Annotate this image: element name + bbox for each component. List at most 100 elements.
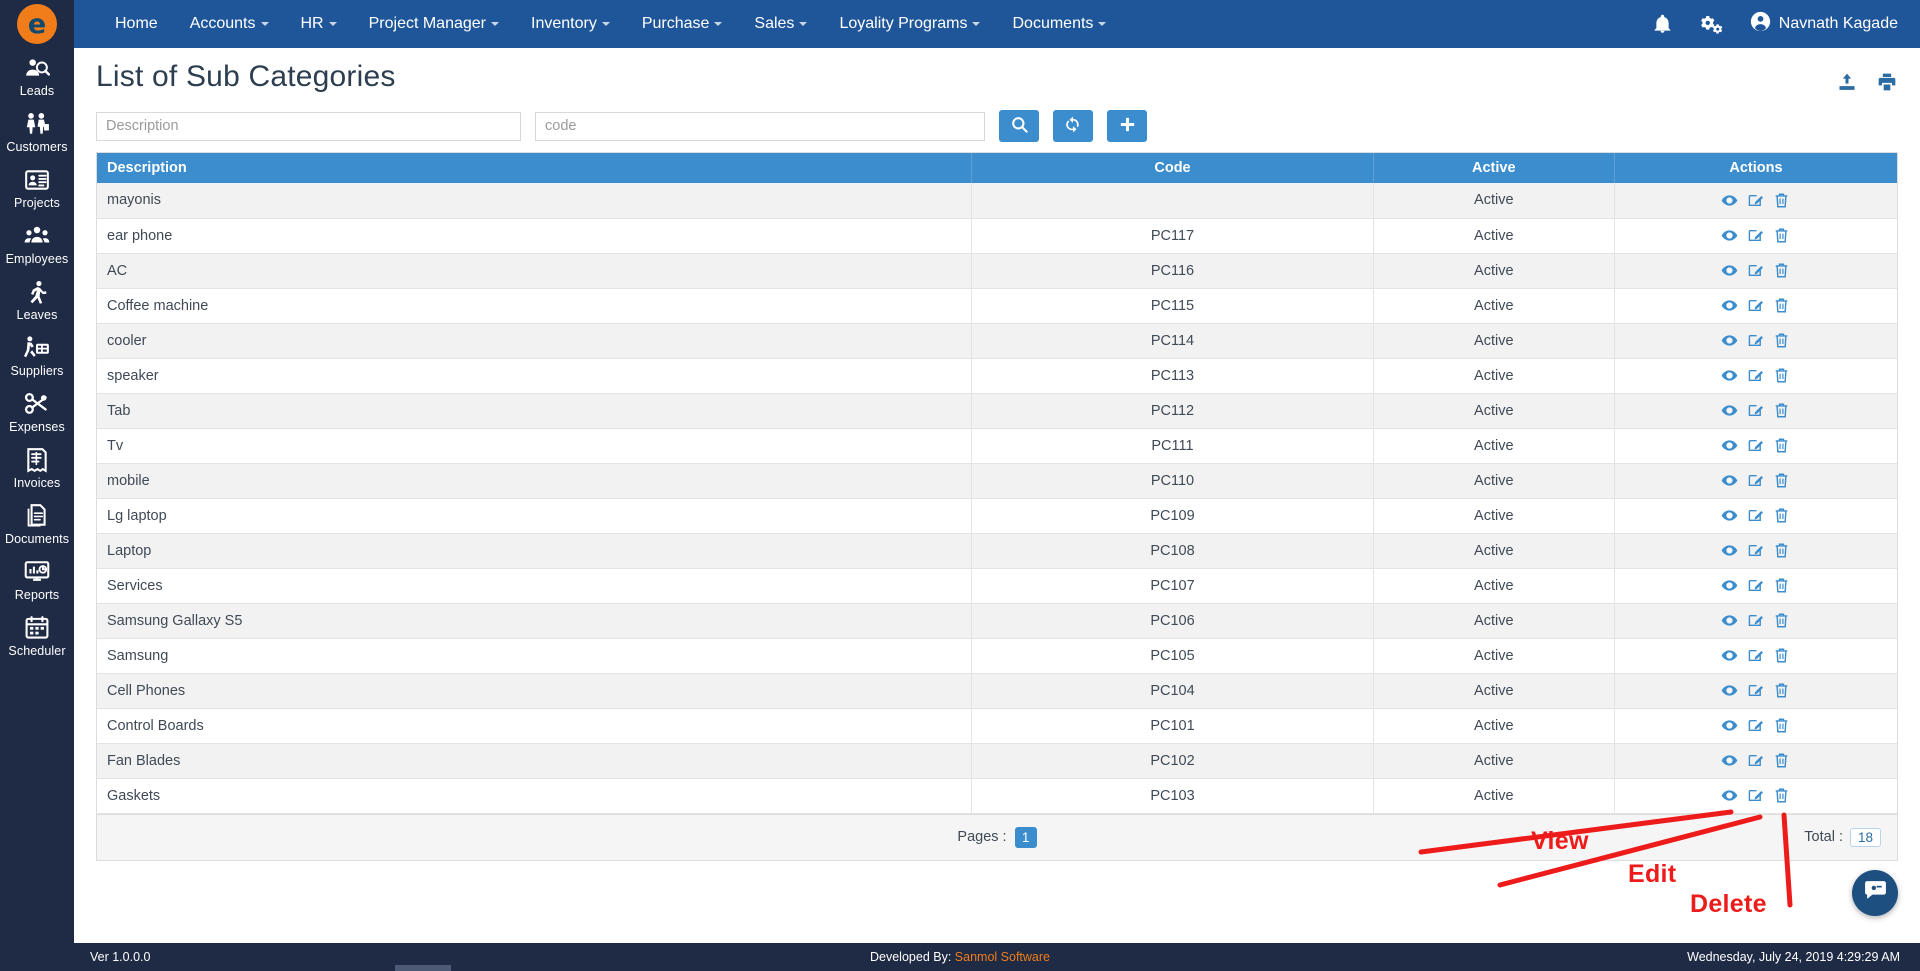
edit-icon[interactable] xyxy=(1747,577,1764,594)
edit-icon[interactable] xyxy=(1747,227,1764,244)
bell-icon[interactable] xyxy=(1652,13,1673,35)
sidebar-item-reports[interactable]: Reports xyxy=(0,552,74,608)
delete-icon[interactable] xyxy=(1773,472,1790,489)
delete-icon[interactable] xyxy=(1773,682,1790,699)
delete-icon[interactable] xyxy=(1773,402,1790,419)
edit-icon[interactable] xyxy=(1747,367,1764,384)
nav-item-hr[interactable]: HR xyxy=(285,0,353,48)
table-row[interactable]: mobile PC110 Active xyxy=(97,463,1897,499)
view-icon[interactable] xyxy=(1721,227,1738,244)
delete-icon[interactable] xyxy=(1773,437,1790,454)
table-row[interactable]: speaker PC113 Active xyxy=(97,358,1897,394)
refresh-button[interactable] xyxy=(1053,110,1093,142)
description-filter-input[interactable] xyxy=(96,111,521,141)
view-icon[interactable] xyxy=(1721,192,1738,209)
edit-icon[interactable] xyxy=(1747,647,1764,664)
delete-icon[interactable] xyxy=(1773,332,1790,349)
code-filter-input[interactable] xyxy=(535,111,985,141)
horizontal-scrollbar-thumb[interactable] xyxy=(395,965,451,971)
edit-icon[interactable] xyxy=(1747,682,1764,699)
sidebar-item-leads[interactable]: Leads xyxy=(0,48,74,104)
delete-icon[interactable] xyxy=(1773,192,1790,209)
print-icon[interactable] xyxy=(1876,72,1898,97)
delete-icon[interactable] xyxy=(1773,752,1790,769)
view-icon[interactable] xyxy=(1721,752,1738,769)
view-icon[interactable] xyxy=(1721,612,1738,629)
view-icon[interactable] xyxy=(1721,682,1738,699)
sidebar-item-documents[interactable]: Documents xyxy=(0,496,74,552)
view-icon[interactable] xyxy=(1721,577,1738,594)
edit-icon[interactable] xyxy=(1747,752,1764,769)
user-menu[interactable]: Navnath Kagade xyxy=(1750,11,1898,37)
column-header-active[interactable]: Active xyxy=(1373,153,1615,183)
add-button[interactable] xyxy=(1107,110,1147,142)
view-icon[interactable] xyxy=(1721,787,1738,804)
sidebar-item-expenses[interactable]: Expenses xyxy=(0,384,74,440)
upload-icon[interactable] xyxy=(1836,72,1858,97)
table-row[interactable]: mayonis Active xyxy=(97,183,1897,219)
table-row[interactable]: Control Boards PC101 Active xyxy=(97,708,1897,744)
view-icon[interactable] xyxy=(1721,332,1738,349)
delete-icon[interactable] xyxy=(1773,542,1790,559)
table-row[interactable]: Fan Blades PC102 Active xyxy=(97,743,1897,779)
nav-item-inventory[interactable]: Inventory xyxy=(515,0,626,48)
edit-icon[interactable] xyxy=(1747,717,1764,734)
sidebar-item-scheduler[interactable]: Scheduler xyxy=(0,608,74,664)
sidebar-item-invoices[interactable]: Invoices xyxy=(0,440,74,496)
sidebar-item-suppliers[interactable]: Suppliers xyxy=(0,328,74,384)
delete-icon[interactable] xyxy=(1773,507,1790,524)
sidebar-item-employees[interactable]: Employees xyxy=(0,216,74,272)
edit-icon[interactable] xyxy=(1747,787,1764,804)
nav-item-loyality-programs[interactable]: Loyality Programs xyxy=(823,0,996,48)
table-row[interactable]: Services PC107 Active xyxy=(97,568,1897,604)
edit-icon[interactable] xyxy=(1747,437,1764,454)
table-row[interactable]: Gaskets PC103 Active xyxy=(97,778,1897,814)
table-row[interactable]: Tab PC112 Active xyxy=(97,393,1897,429)
nav-item-sales[interactable]: Sales xyxy=(738,0,823,48)
page-number-1[interactable]: 1 xyxy=(1014,826,1037,848)
gears-icon[interactable] xyxy=(1699,13,1724,35)
delete-icon[interactable] xyxy=(1773,297,1790,314)
column-header-code[interactable]: Code xyxy=(971,153,1374,183)
edit-icon[interactable] xyxy=(1747,332,1764,349)
chat-bubble-button[interactable] xyxy=(1852,870,1898,916)
brand-logo[interactable]: e xyxy=(0,0,74,48)
search-button[interactable] xyxy=(999,110,1039,142)
table-row[interactable]: ear phone PC117 Active xyxy=(97,218,1897,254)
nav-item-accounts[interactable]: Accounts xyxy=(174,0,285,48)
table-row[interactable]: Samsung Gallaxy S5 PC106 Active xyxy=(97,603,1897,639)
edit-icon[interactable] xyxy=(1747,192,1764,209)
delete-icon[interactable] xyxy=(1773,612,1790,629)
column-header-description[interactable]: Description xyxy=(97,153,973,183)
view-icon[interactable] xyxy=(1721,367,1738,384)
delete-icon[interactable] xyxy=(1773,717,1790,734)
delete-icon[interactable] xyxy=(1773,647,1790,664)
table-row[interactable]: cooler PC114 Active xyxy=(97,323,1897,359)
edit-icon[interactable] xyxy=(1747,402,1764,419)
edit-icon[interactable] xyxy=(1747,612,1764,629)
sidebar-item-projects[interactable]: Projects xyxy=(0,160,74,216)
view-icon[interactable] xyxy=(1721,542,1738,559)
table-row[interactable]: Coffee machine PC115 Active xyxy=(97,288,1897,324)
view-icon[interactable] xyxy=(1721,262,1738,279)
edit-icon[interactable] xyxy=(1747,542,1764,559)
view-icon[interactable] xyxy=(1721,717,1738,734)
delete-icon[interactable] xyxy=(1773,787,1790,804)
delete-icon[interactable] xyxy=(1773,262,1790,279)
delete-icon[interactable] xyxy=(1773,367,1790,384)
sidebar-item-customers[interactable]: Customers xyxy=(0,104,74,160)
nav-item-project-manager[interactable]: Project Manager xyxy=(353,0,515,48)
table-row[interactable]: AC PC116 Active xyxy=(97,253,1897,289)
table-row[interactable]: Tv PC111 Active xyxy=(97,428,1897,464)
nav-item-home[interactable]: Home xyxy=(99,0,174,48)
view-icon[interactable] xyxy=(1721,647,1738,664)
edit-icon[interactable] xyxy=(1747,507,1764,524)
view-icon[interactable] xyxy=(1721,507,1738,524)
table-row[interactable]: Cell Phones PC104 Active xyxy=(97,673,1897,709)
view-icon[interactable] xyxy=(1721,437,1738,454)
nav-item-purchase[interactable]: Purchase xyxy=(626,0,739,48)
edit-icon[interactable] xyxy=(1747,297,1764,314)
edit-icon[interactable] xyxy=(1747,472,1764,489)
edit-icon[interactable] xyxy=(1747,262,1764,279)
table-row[interactable]: Samsung PC105 Active xyxy=(97,638,1897,674)
